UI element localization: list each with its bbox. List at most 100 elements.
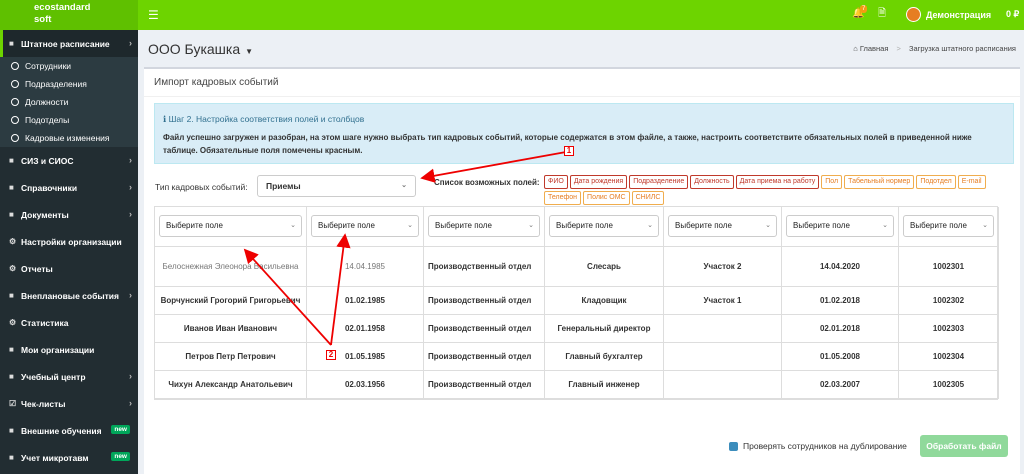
sidebar-subitem-employees[interactable]: Сотрудники xyxy=(0,57,138,75)
table-cell: Главный инженер xyxy=(545,371,664,399)
table-cell: 01.02.2018 xyxy=(782,287,899,315)
sidebar-subitem-hr-changes[interactable]: Кадровые изменения xyxy=(0,129,138,147)
column-field-select[interactable]: Выберите поле ⌄ xyxy=(668,215,777,237)
sidebar-item-unscheduled-events[interactable]: ■ Внеплановые события › xyxy=(0,282,138,309)
sidebar-item-external-training[interactable]: ■ Внешние обучения new xyxy=(0,417,138,444)
table-cell: Белоснежная Элеонора Васильевна xyxy=(155,247,307,287)
column-header: Выберите поле ⌄ xyxy=(782,207,899,247)
sidebar-item-reports[interactable]: ⚙ Отчеты xyxy=(0,255,138,282)
column-header: Выберите поле ⌄ xyxy=(424,207,545,247)
table-cell: Чихун Александр Анатольевич xyxy=(155,371,307,399)
graduation-cap-icon: ■ xyxy=(9,372,14,381)
table-cell: Слесарь xyxy=(545,247,664,287)
check-duplicates-control[interactable]: Проверять сотрудников на дублирование xyxy=(729,441,907,451)
table-cell: 01.05.1985 xyxy=(307,343,424,371)
sidebar-item-label: Учет микротавм xyxy=(21,452,89,463)
check-duplicates-checkbox[interactable] xyxy=(729,441,738,451)
sidebar-item-ppe[interactable]: ■ СИЗ и СИОС › xyxy=(0,147,138,174)
column-field-select[interactable]: Выберите поле ⌄ xyxy=(428,215,540,237)
chevron-right-icon: › xyxy=(129,38,132,48)
column-header: Выберите поле ⌄ xyxy=(545,207,664,247)
sidebar-subitem-label: Кадровые изменения xyxy=(25,133,110,143)
sidebar-subitem-label: Сотрудники xyxy=(25,61,72,71)
info-text: Файл успешно загружен и разобран, на это… xyxy=(163,133,972,155)
sidebar-item-training-center[interactable]: ■ Учебный центр › xyxy=(0,363,138,390)
chevron-down-icon: ⌄ xyxy=(982,222,988,229)
balance[interactable]: 0 ₽ xyxy=(1006,9,1019,20)
avatar xyxy=(906,7,921,22)
annotation-label-1: 1 xyxy=(564,146,574,156)
hamburger-icon[interactable]: ☰ xyxy=(148,8,159,22)
chevron-down-icon: ⌄ xyxy=(401,182,407,189)
event-type-select[interactable]: Приемы ⌄ xyxy=(257,175,416,197)
table-cell: Иванов Иван Иванович xyxy=(155,315,307,343)
table-cell: Производственный отдел xyxy=(424,371,545,399)
new-badge: new xyxy=(111,425,130,434)
event-type-value: Приемы xyxy=(266,181,301,191)
sidebar-item-org-settings[interactable]: ⚙ Настройки организации xyxy=(0,228,138,255)
event-type-label: Тип кадровых событий: xyxy=(155,182,248,192)
logo[interactable]: ecostandard soft xyxy=(0,0,138,30)
process-file-button[interactable]: Обработать файл xyxy=(920,435,1008,457)
field-tag-required: Дата рождения xyxy=(569,175,628,189)
page-title[interactable]: ООО Букашка ▼ xyxy=(148,41,253,57)
field-tag-required: Дата приема на работу xyxy=(735,175,820,189)
sidebar-item-directories[interactable]: ■ Справочники › xyxy=(0,174,138,201)
sidebar-item-label: Учебный центр xyxy=(21,371,86,382)
column-header: Выберите поле ⌄ xyxy=(899,207,999,247)
sidebar-item-label: Статистика xyxy=(21,317,69,328)
column-field-value: Выберите поле xyxy=(166,221,223,230)
field-tag-required: Должность xyxy=(690,175,734,189)
table-cell: 02.01.1958 xyxy=(307,315,424,343)
table-cell: 02.03.2007 xyxy=(782,371,899,399)
column-field-value: Выберите поле xyxy=(556,221,613,230)
table-cell: 01.02.1985 xyxy=(307,287,424,315)
breadcrumb-home[interactable]: Главная xyxy=(860,44,889,53)
column-field-value: Выберите поле xyxy=(793,221,850,230)
column-header: Выберите поле ⌄ xyxy=(307,207,424,247)
sidebar-item-my-organizations[interactable]: ■ Мои организации xyxy=(0,336,138,363)
divider xyxy=(144,96,1020,97)
field-tag-optional: Пол xyxy=(821,175,843,189)
gear-icon: ⚙ xyxy=(9,237,17,246)
info-heading: Шаг 2. Настройка соответствия полей и ст… xyxy=(168,114,365,124)
column-header: Выберите поле ⌄ xyxy=(155,207,307,247)
field-tag-optional: E-mail xyxy=(957,175,986,189)
sidebar-submenu: Сотрудники Подразделения Должности Подот… xyxy=(0,57,138,147)
column-field-select[interactable]: Выберите поле ⌄ xyxy=(159,215,302,237)
user-menu[interactable]: Демонстрация xyxy=(906,7,991,22)
sidebar-item-staff-schedule[interactable]: ■ Штатное расписание › xyxy=(0,30,138,57)
users-icon: ■ xyxy=(9,39,14,48)
medkit-icon: ■ xyxy=(9,453,14,462)
sidebar-subitem-label: Подотделы xyxy=(25,115,70,125)
checkbox-icon: ☑ xyxy=(9,399,17,408)
sidebar-item-checklists[interactable]: ☑ Чек-листы › xyxy=(0,390,138,417)
chevron-right-icon: › xyxy=(129,155,132,165)
sidebar-item-label: Отчеты xyxy=(21,263,53,274)
sidebar-subitem-positions[interactable]: Должности xyxy=(0,93,138,111)
box-title: Импорт кадровых событий xyxy=(154,77,279,88)
sidebar-item-microtrauma[interactable]: ■ Учет микротавм new xyxy=(0,444,138,471)
sidebar-item-label: Внеплановые события xyxy=(21,290,119,301)
new-badge: new xyxy=(111,452,130,461)
column-header: Выберите поле ⌄ xyxy=(664,207,782,247)
column-field-select[interactable]: Выберите поле ⌄ xyxy=(311,215,419,237)
circle-icon xyxy=(11,134,19,142)
sidebar-subitem-subdivisions[interactable]: Подотделы xyxy=(0,111,138,129)
mapping-table: Выберите поле ⌄ Выберите поле ⌄ Выберите пол… xyxy=(154,206,999,400)
sidebar-item-label: Мои организации xyxy=(21,344,95,355)
circle-icon xyxy=(11,116,19,124)
top-bar: ecostandard soft ☰ 🔔 7 🗎 Демонстрация 0 … xyxy=(0,0,1024,30)
column-field-value: Выберите поле xyxy=(318,221,375,230)
document-icon[interactable]: 🗎 xyxy=(878,8,886,20)
sidebar-item-documents[interactable]: ■ Документы › xyxy=(0,201,138,228)
sidebar-item-statistics[interactable]: ⚙ Статистика xyxy=(0,309,138,336)
table-cell: Петров Петр Петрович xyxy=(155,343,307,371)
table-cell: 1002303 xyxy=(899,315,999,343)
sidebar-subitem-departments[interactable]: Подразделения xyxy=(0,75,138,93)
sidebar-item-label: Внешние обучения xyxy=(21,425,102,436)
table-cell: Ворчунский Грогорий Григорьевич xyxy=(155,287,307,315)
column-field-select[interactable]: Выберите поле ⌄ xyxy=(786,215,894,237)
column-field-select[interactable]: Выберите поле ⌄ xyxy=(549,215,659,237)
column-field-select[interactable]: Выберите поле ⌄ xyxy=(903,215,994,237)
